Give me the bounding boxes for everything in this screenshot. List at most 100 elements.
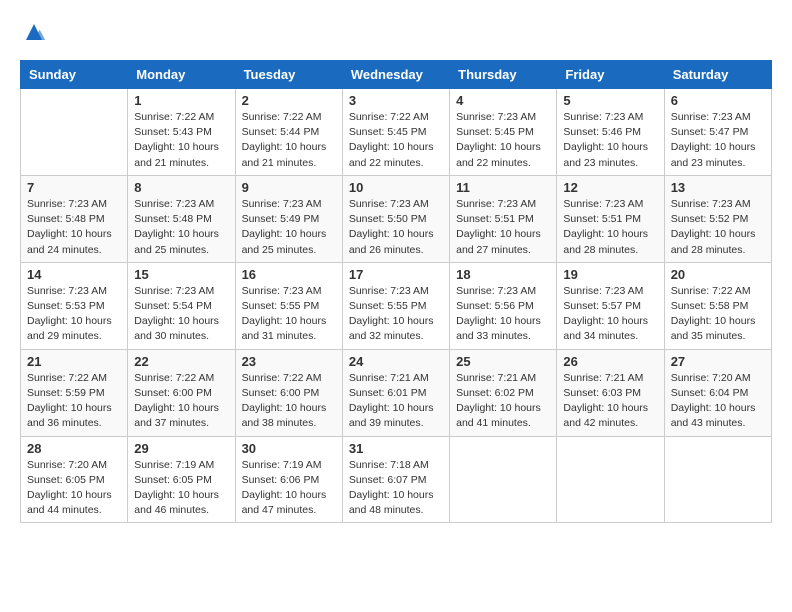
calendar-cell xyxy=(21,89,128,176)
day-number: 8 xyxy=(134,180,228,195)
calendar-week-row: 14 Sunrise: 7:23 AMSunset: 5:53 PMDayligh… xyxy=(21,262,772,349)
calendar-cell: 1 Sunrise: 7:22 AMSunset: 5:43 PMDaylight… xyxy=(128,89,235,176)
calendar-cell: 6 Sunrise: 7:23 AMSunset: 5:47 PMDaylight… xyxy=(664,89,771,176)
day-number: 5 xyxy=(563,93,657,108)
day-number: 4 xyxy=(456,93,550,108)
day-number: 21 xyxy=(27,354,121,369)
day-number: 26 xyxy=(563,354,657,369)
day-number: 7 xyxy=(27,180,121,195)
calendar-cell: 3Sunrise: 7:22 AMSunset: 5:45 PMDaylight… xyxy=(342,89,449,176)
day-info: Sunrise: 7:23 AMSunset: 5:55 PMDaylight:… xyxy=(349,284,443,345)
calendar-cell: 12 Sunrise: 7:23 AMSunset: 5:51 PMDayligh… xyxy=(557,175,664,262)
day-number: 15 xyxy=(134,267,228,282)
calendar-header-tuesday: Tuesday xyxy=(235,61,342,89)
day-info: Sunrise: 7:19 AMSunset: 6:05 PMDaylight:… xyxy=(134,458,228,519)
day-number: 19 xyxy=(563,267,657,282)
day-info: Sunrise: 7:22 AMSunset: 5:59 PMDaylight:… xyxy=(27,371,121,432)
calendar-cell: 15 Sunrise: 7:23 AMSunset: 5:54 PMDayligh… xyxy=(128,262,235,349)
calendar-cell: 21 Sunrise: 7:22 AMSunset: 5:59 PMDayligh… xyxy=(21,349,128,436)
day-info: Sunrise: 7:23 AMSunset: 5:49 PMDaylight:… xyxy=(242,197,336,258)
calendar-cell: 8Sunrise: 7:23 AMSunset: 5:48 PMDaylight… xyxy=(128,175,235,262)
calendar-week-row: 21 Sunrise: 7:22 AMSunset: 5:59 PMDayligh… xyxy=(21,349,772,436)
day-number: 2 xyxy=(242,93,336,108)
day-number: 25 xyxy=(456,354,550,369)
calendar-cell xyxy=(557,436,664,523)
day-number: 9 xyxy=(242,180,336,195)
day-number: 29 xyxy=(134,441,228,456)
day-number: 28 xyxy=(27,441,121,456)
calendar-week-row: 28 Sunrise: 7:20 AMSunset: 6:05 PMDayligh… xyxy=(21,436,772,523)
calendar-cell: 19 Sunrise: 7:23 AMSunset: 5:57 PMDayligh… xyxy=(557,262,664,349)
logo xyxy=(20,20,46,44)
day-number: 6 xyxy=(671,93,765,108)
calendar-cell: 17 Sunrise: 7:23 AMSunset: 5:55 PMDayligh… xyxy=(342,262,449,349)
calendar-week-row: 1 Sunrise: 7:22 AMSunset: 5:43 PMDaylight… xyxy=(21,89,772,176)
calendar-cell: 29 Sunrise: 7:19 AMSunset: 6:05 PMDayligh… xyxy=(128,436,235,523)
calendar-cell: 10Sunrise: 7:23 AMSunset: 5:50 PMDayligh… xyxy=(342,175,449,262)
calendar-cell: 13 Sunrise: 7:23 AMSunset: 5:52 PMDayligh… xyxy=(664,175,771,262)
day-info: Sunrise: 7:23 AMSunset: 5:52 PMDaylight:… xyxy=(671,197,765,258)
day-number: 13 xyxy=(671,180,765,195)
calendar-cell: 25Sunrise: 7:21 AMSunset: 6:02 PMDayligh… xyxy=(450,349,557,436)
day-info: Sunrise: 7:21 AMSunset: 6:01 PMDaylight:… xyxy=(349,371,443,432)
calendar-cell: 28 Sunrise: 7:20 AMSunset: 6:05 PMDayligh… xyxy=(21,436,128,523)
day-info: Sunrise: 7:23 AMSunset: 5:57 PMDaylight:… xyxy=(563,284,657,345)
day-info: Sunrise: 7:23 AMSunset: 5:47 PMDaylight:… xyxy=(671,110,765,171)
day-number: 10 xyxy=(349,180,443,195)
calendar-cell: 24 Sunrise: 7:21 AMSunset: 6:01 PMDayligh… xyxy=(342,349,449,436)
calendar-cell: 14 Sunrise: 7:23 AMSunset: 5:53 PMDayligh… xyxy=(21,262,128,349)
day-info: Sunrise: 7:22 AMSunset: 5:44 PMDaylight:… xyxy=(242,110,336,171)
day-info: Sunrise: 7:23 AMSunset: 5:51 PMDaylight:… xyxy=(563,197,657,258)
day-number: 11 xyxy=(456,180,550,195)
day-info: Sunrise: 7:23 AMSunset: 5:51 PMDaylight:… xyxy=(456,197,550,258)
day-info: Sunrise: 7:22 AMSunset: 6:00 PMDaylight:… xyxy=(134,371,228,432)
calendar-header-wednesday: Wednesday xyxy=(342,61,449,89)
day-number: 3 xyxy=(349,93,443,108)
calendar-cell: 11 Sunrise: 7:23 AMSunset: 5:51 PMDayligh… xyxy=(450,175,557,262)
day-number: 20 xyxy=(671,267,765,282)
calendar-week-row: 7Sunrise: 7:23 AMSunset: 5:48 PMDaylight… xyxy=(21,175,772,262)
day-info: Sunrise: 7:19 AMSunset: 6:06 PMDaylight:… xyxy=(242,458,336,519)
day-number: 31 xyxy=(349,441,443,456)
calendar-cell: 4 Sunrise: 7:23 AMSunset: 5:45 PMDaylight… xyxy=(450,89,557,176)
calendar-header-saturday: Saturday xyxy=(664,61,771,89)
calendar-cell: 16 Sunrise: 7:23 AMSunset: 5:55 PMDayligh… xyxy=(235,262,342,349)
day-info: Sunrise: 7:22 AMSunset: 5:43 PMDaylight:… xyxy=(134,110,228,171)
calendar-cell xyxy=(450,436,557,523)
day-info: Sunrise: 7:23 AMSunset: 5:45 PMDaylight:… xyxy=(456,110,550,171)
calendar-cell: 5Sunrise: 7:23 AMSunset: 5:46 PMDaylight… xyxy=(557,89,664,176)
calendar-cell: 30Sunrise: 7:19 AMSunset: 6:06 PMDayligh… xyxy=(235,436,342,523)
day-info: Sunrise: 7:23 AMSunset: 5:53 PMDaylight:… xyxy=(27,284,121,345)
calendar-cell: 18Sunrise: 7:23 AMSunset: 5:56 PMDayligh… xyxy=(450,262,557,349)
day-number: 17 xyxy=(349,267,443,282)
day-info: Sunrise: 7:18 AMSunset: 6:07 PMDaylight:… xyxy=(349,458,443,519)
day-number: 22 xyxy=(134,354,228,369)
calendar-cell: 2 Sunrise: 7:22 AMSunset: 5:44 PMDaylight… xyxy=(235,89,342,176)
day-info: Sunrise: 7:23 AMSunset: 5:55 PMDaylight:… xyxy=(242,284,336,345)
calendar-cell: 22 Sunrise: 7:22 AMSunset: 6:00 PMDayligh… xyxy=(128,349,235,436)
day-number: 16 xyxy=(242,267,336,282)
calendar-cell: 31 Sunrise: 7:18 AMSunset: 6:07 PMDayligh… xyxy=(342,436,449,523)
page-header xyxy=(20,20,772,44)
calendar-cell: 23 Sunrise: 7:22 AMSunset: 6:00 PMDayligh… xyxy=(235,349,342,436)
calendar-cell: 27 Sunrise: 7:20 AMSunset: 6:04 PMDayligh… xyxy=(664,349,771,436)
day-info: Sunrise: 7:22 AMSunset: 5:58 PMDaylight:… xyxy=(671,284,765,345)
day-number: 1 xyxy=(134,93,228,108)
day-number: 12 xyxy=(563,180,657,195)
calendar-header-thursday: Thursday xyxy=(450,61,557,89)
day-info: Sunrise: 7:21 AMSunset: 6:03 PMDaylight:… xyxy=(563,371,657,432)
day-number: 27 xyxy=(671,354,765,369)
day-info: Sunrise: 7:20 AMSunset: 6:04 PMDaylight:… xyxy=(671,371,765,432)
calendar-cell: 20 Sunrise: 7:22 AMSunset: 5:58 PMDayligh… xyxy=(664,262,771,349)
day-info: Sunrise: 7:20 AMSunset: 6:05 PMDaylight:… xyxy=(27,458,121,519)
day-number: 23 xyxy=(242,354,336,369)
calendar-cell: 26 Sunrise: 7:21 AMSunset: 6:03 PMDayligh… xyxy=(557,349,664,436)
logo-icon xyxy=(22,20,46,44)
calendar-header-monday: Monday xyxy=(128,61,235,89)
day-info: Sunrise: 7:22 AMSunset: 6:00 PMDaylight:… xyxy=(242,371,336,432)
calendar-header-sunday: Sunday xyxy=(21,61,128,89)
day-info: Sunrise: 7:23 AMSunset: 5:54 PMDaylight:… xyxy=(134,284,228,345)
day-number: 14 xyxy=(27,267,121,282)
day-number: 24 xyxy=(349,354,443,369)
day-info: Sunrise: 7:23 AMSunset: 5:56 PMDaylight:… xyxy=(456,284,550,345)
